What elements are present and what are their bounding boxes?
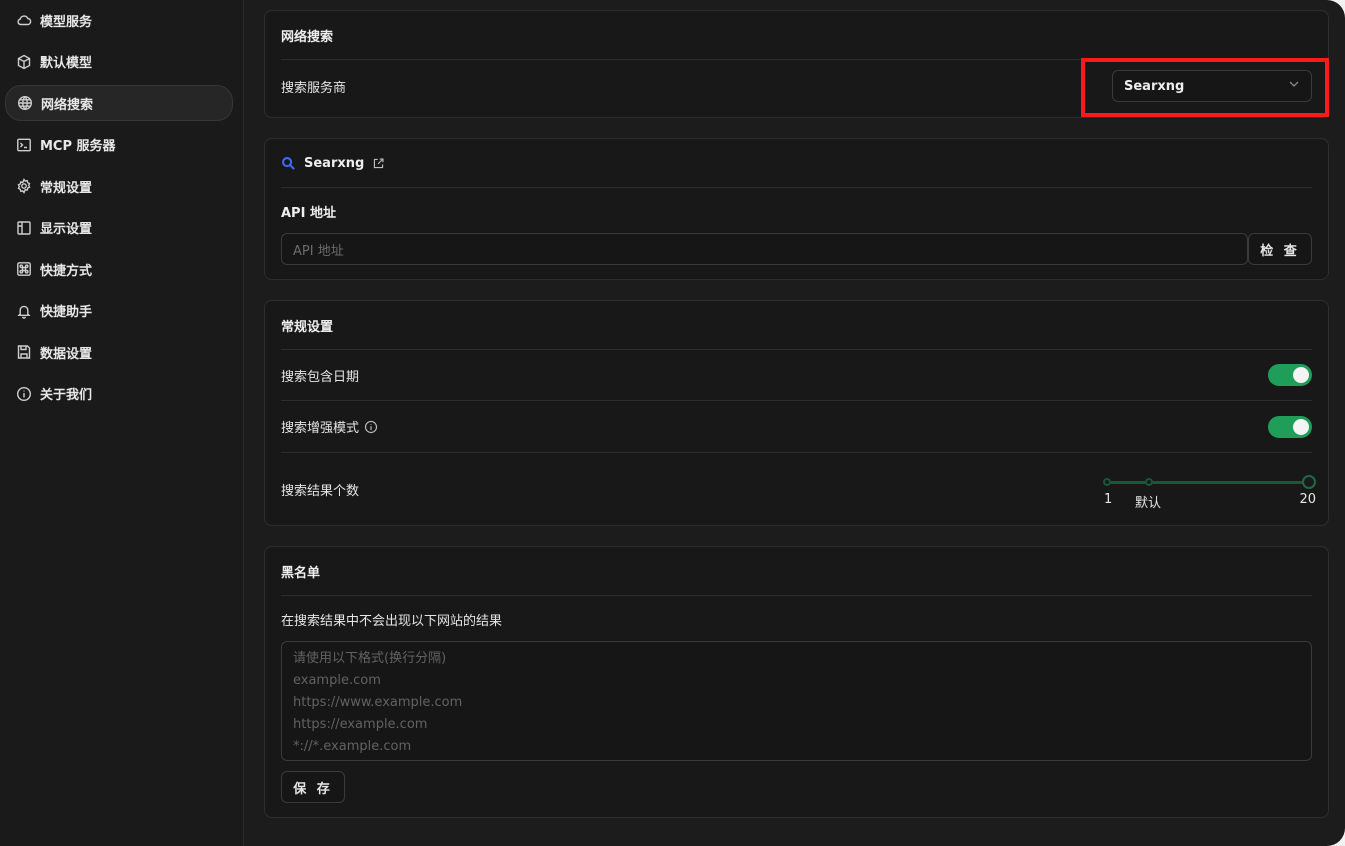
api-label: API 地址 bbox=[281, 206, 336, 221]
sidebar-item-general-settings[interactable]: 常规设置 bbox=[5, 168, 233, 204]
placeholder-line: example.com bbox=[293, 673, 381, 688]
provider-label: 搜索服务商 bbox=[281, 80, 347, 96]
info-icon[interactable] bbox=[364, 420, 378, 434]
sidebar-item-label: 模型服务 bbox=[40, 14, 93, 30]
enhance-mode-toggle[interactable] bbox=[1268, 415, 1312, 438]
placeholder-line: https://example.com bbox=[293, 717, 428, 732]
search-icon bbox=[281, 156, 296, 171]
general-settings-card: 常规设置 搜索包含日期 搜索增强模式 搜索结果个数 1 默认 20 bbox=[264, 300, 1329, 526]
layout-icon bbox=[15, 219, 33, 237]
sidebar-item-model-service[interactable]: 模型服务 bbox=[5, 2, 233, 38]
include-date-row: 搜索包含日期 bbox=[281, 350, 1312, 401]
sidebar-item-label: MCP 服务器 bbox=[40, 139, 116, 154]
card-title: 黑名单 bbox=[281, 547, 1312, 596]
enhance-mode-label: 搜索增强模式 bbox=[281, 421, 360, 436]
sidebar-item-quick-assistant[interactable]: 快捷助手 bbox=[5, 293, 233, 329]
card-title: 常规设置 bbox=[281, 301, 1312, 350]
blacklist-card: 黑名单 在搜索结果中不会出现以下网站的结果 请使用以下格式(换行分隔) exam… bbox=[264, 546, 1329, 818]
web-search-card: 网络搜索 搜索服务商 Searxng bbox=[264, 10, 1329, 118]
api-row: API 地址 检 查 bbox=[281, 233, 1312, 265]
sidebar-item-web-search[interactable]: 网络搜索 bbox=[5, 85, 233, 121]
slider-track bbox=[1106, 481, 1310, 484]
sidebar-item-default-model[interactable]: 默认模型 bbox=[5, 44, 233, 80]
sidebar-item-label: 快捷方式 bbox=[40, 263, 93, 279]
sidebar-item-mcp-server[interactable]: MCP 服务器 bbox=[5, 127, 233, 163]
enhance-mode-row: 搜索增强模式 bbox=[281, 401, 1312, 453]
settings-content: 网络搜索 搜索服务商 Searxng Searxng API 地址 API 地址… bbox=[244, 0, 1345, 846]
sidebar-item-data-settings[interactable]: 数据设置 bbox=[5, 334, 233, 370]
result-count-slider[interactable]: 1 默认 20 bbox=[1102, 475, 1316, 511]
terminal-icon bbox=[15, 136, 33, 154]
sidebar: 模型服务 默认模型 网络搜索 MCP 服务器 常规设置 显示设置 快捷方式 快捷… bbox=[0, 0, 244, 846]
sidebar-item-display-settings[interactable]: 显示设置 bbox=[5, 210, 233, 246]
external-link-icon[interactable] bbox=[372, 157, 385, 170]
provider-config-card: Searxng API 地址 API 地址 检 查 bbox=[264, 138, 1329, 280]
info-icon bbox=[15, 385, 33, 403]
placeholder-line: https://www.example.com bbox=[293, 695, 463, 710]
enhance-mode-label-wrap: 搜索增强模式 bbox=[281, 417, 378, 436]
result-count-row: 搜索结果个数 1 默认 20 bbox=[281, 453, 1316, 525]
slider-dot-default bbox=[1145, 478, 1153, 486]
blacklist-description: 在搜索结果中不会出现以下网站的结果 bbox=[281, 614, 503, 629]
include-date-toggle[interactable] bbox=[1268, 364, 1312, 386]
command-icon bbox=[15, 260, 33, 278]
cube-icon bbox=[15, 53, 33, 71]
globe-icon bbox=[16, 94, 34, 112]
slider-max-label: 20 bbox=[1299, 492, 1316, 507]
slider-min-label: 1 bbox=[1104, 492, 1113, 507]
sidebar-item-about[interactable]: 关于我们 bbox=[5, 376, 233, 412]
gear-icon bbox=[15, 177, 33, 195]
highlight-box bbox=[1081, 58, 1329, 117]
slider-dot-min bbox=[1103, 478, 1111, 486]
sidebar-item-label: 显示设置 bbox=[40, 222, 93, 237]
card-title: 网络搜索 bbox=[281, 11, 1312, 60]
placeholder-line: *://*.example.com bbox=[293, 739, 412, 754]
check-button[interactable]: 检 查 bbox=[1248, 233, 1312, 265]
sidebar-item-shortcuts[interactable]: 快捷方式 bbox=[5, 251, 233, 287]
provider-header: Searxng bbox=[281, 139, 1312, 188]
sidebar-item-label: 快捷助手 bbox=[40, 305, 93, 320]
save-icon bbox=[15, 343, 33, 361]
sidebar-item-label: 常规设置 bbox=[40, 180, 93, 196]
placeholder-line: 请使用以下格式(换行分隔) bbox=[293, 651, 447, 666]
app-window: 模型服务 默认模型 网络搜索 MCP 服务器 常规设置 显示设置 快捷方式 快捷… bbox=[0, 0, 1345, 846]
provider-name: Searxng bbox=[304, 155, 365, 171]
result-count-label: 搜索结果个数 bbox=[281, 483, 360, 499]
slider-handle[interactable] bbox=[1302, 475, 1316, 489]
sidebar-item-label: 网络搜索 bbox=[41, 97, 94, 113]
sidebar-item-label: 关于我们 bbox=[40, 388, 93, 403]
cloud-icon bbox=[15, 11, 33, 29]
sidebar-item-label: 数据设置 bbox=[40, 346, 93, 362]
sidebar-item-label: 默认模型 bbox=[40, 56, 93, 71]
api-address-input[interactable]: API 地址 bbox=[281, 233, 1248, 265]
blacklist-textarea[interactable]: 请使用以下格式(换行分隔) example.com https://www.ex… bbox=[281, 641, 1312, 761]
bell-icon bbox=[15, 302, 33, 320]
save-button[interactable]: 保 存 bbox=[281, 771, 345, 803]
include-date-label: 搜索包含日期 bbox=[281, 369, 360, 385]
slider-default-label: 默认 bbox=[1135, 496, 1162, 511]
